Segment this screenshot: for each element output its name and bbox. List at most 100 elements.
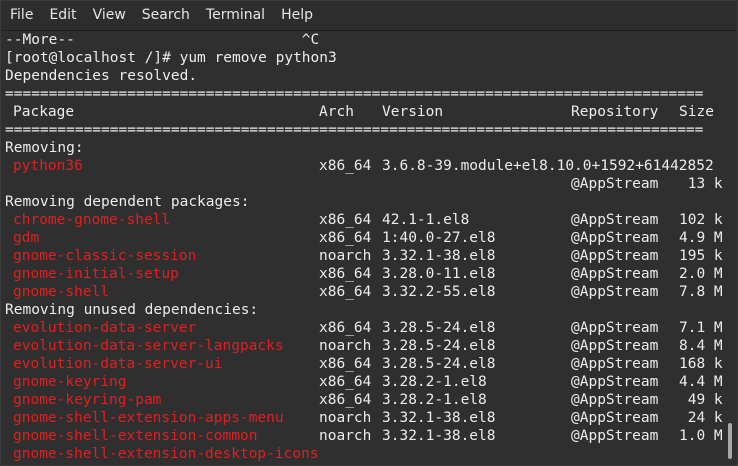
- package-arch: noarch: [319, 338, 372, 354]
- menu-edit[interactable]: Edit: [41, 1, 84, 30]
- package-repo: @AppStream: [571, 356, 659, 372]
- table-row: chrome-gnome-shell x86_64 42.1-1.el8 @Ap…: [5, 211, 723, 229]
- package-size: 49 k: [679, 392, 723, 408]
- menu-view[interactable]: View: [85, 1, 134, 30]
- package-name: gnome-shell-extension-apps-menu: [13, 410, 284, 426]
- header-repository: Repository: [571, 104, 659, 120]
- package-version: 3.6.8-39.module+el8.10.0+1592+61442852: [382, 158, 714, 174]
- package-repo: @AppStream: [571, 266, 659, 282]
- table-row: gnome-shell-extension-apps-menu noarch 3…: [5, 409, 723, 427]
- package-name: python36: [13, 158, 83, 174]
- package-name: evolution-data-server-langpacks: [13, 338, 284, 354]
- package-repo: @AppStream: [571, 392, 659, 408]
- package-size: 24 k: [679, 410, 723, 426]
- menu-file[interactable]: File: [1, 1, 41, 30]
- package-repo: @AppStream: [571, 410, 659, 426]
- package-arch: x86_64: [319, 212, 372, 228]
- table-row: gnome-keyring-pam x86_64 3.28.2-1.el8 @A…: [5, 391, 723, 409]
- table-header: Package Arch Version Repository Size: [5, 103, 723, 121]
- package-name: gnome-keyring-pam: [13, 392, 162, 408]
- package-arch: x86_64: [319, 356, 372, 372]
- section-removing: Removing:: [5, 140, 84, 156]
- package-repo: @AppStream: [571, 428, 659, 444]
- package-name: gnome-shell-extension-common: [13, 428, 258, 444]
- package-name: gnome-classic-session: [13, 248, 197, 264]
- package-version: 3.32.1-38.el8: [382, 410, 496, 426]
- table-row: evolution-data-server x86_64 3.28.5-24.e…: [5, 319, 723, 337]
- package-arch: noarch: [319, 428, 372, 444]
- table-row: gnome-shell-extension-common noarch 3.32…: [5, 427, 723, 445]
- package-version: 1:40.0-27.el8: [382, 230, 496, 246]
- table-row: @AppStream 13 k: [5, 175, 723, 193]
- package-size: 168 k: [679, 356, 723, 372]
- package-arch: x86_64: [319, 158, 372, 174]
- package-repo: @AppStream: [571, 374, 659, 390]
- header-package: Package: [13, 104, 75, 120]
- package-size: 1.0 M: [679, 428, 723, 444]
- package-name: gnome-shell-extension-desktop-icons: [13, 446, 319, 462]
- package-name: evolution-data-server: [13, 320, 197, 336]
- package-version: 3.28.2-1.el8: [382, 374, 487, 390]
- package-repo: @AppStream: [571, 284, 659, 300]
- package-name: chrome-gnome-shell: [13, 212, 171, 228]
- package-size: 4.9 M: [679, 230, 723, 246]
- table-row: gnome-initial-setup x86_64 3.28.0-11.el8…: [5, 265, 723, 283]
- menu-search[interactable]: Search: [134, 1, 198, 30]
- package-size: 13 k: [679, 176, 723, 192]
- header-version: Version: [382, 104, 444, 120]
- package-version: 3.28.2-1.el8: [382, 392, 487, 408]
- separator-line: ========================================…: [5, 86, 704, 102]
- package-version: 3.28.5-24.el8: [382, 356, 496, 372]
- package-name: gnome-keyring: [13, 374, 127, 390]
- terminal-output[interactable]: --More-- ^C [root@localhost /]# yum remo…: [1, 31, 723, 465]
- table-row: gnome-classic-session noarch 3.32.1-38.e…: [5, 247, 723, 265]
- separator-line: ========================================…: [5, 122, 704, 138]
- package-size: 195 k: [679, 248, 723, 264]
- package-size: 7.8 M: [679, 284, 723, 300]
- package-name: gnome-shell: [13, 284, 110, 300]
- table-row: gnome-shell-extension-desktop-icons: [5, 445, 723, 463]
- header-arch: Arch: [319, 104, 354, 120]
- command-line: [root@localhost /]# yum remove python3: [5, 50, 337, 66]
- table-row: python36 x86_64 3.6.8-39.module+el8.10.0…: [5, 157, 723, 175]
- package-arch: x86_64: [319, 284, 372, 300]
- section-unused: Removing unused dependencies:: [5, 302, 259, 318]
- deps-resolved-line: Dependencies resolved.: [5, 68, 198, 84]
- package-version: 3.32.1-38.el8: [382, 428, 496, 444]
- package-arch: x86_64: [319, 266, 372, 282]
- table-row: gnome-shell x86_64 3.32.2-55.el8 @AppStr…: [5, 283, 723, 301]
- package-version: 42.1-1.el8: [382, 212, 470, 228]
- package-version: 3.32.2-55.el8: [382, 284, 496, 300]
- menu-bar: File Edit View Search Terminal Help: [1, 1, 737, 31]
- package-arch: noarch: [319, 410, 372, 426]
- package-repo: @AppStream: [571, 176, 659, 192]
- package-version: 3.28.0-11.el8: [382, 266, 496, 282]
- more-prompt-line: --More-- ^C: [5, 32, 320, 48]
- terminal-window: File Edit View Search Terminal Help --Mo…: [0, 0, 738, 466]
- package-size: 4.4 M: [679, 374, 723, 390]
- package-arch: x86_64: [319, 374, 372, 390]
- package-repo: @AppStream: [571, 212, 659, 228]
- package-name: evolution-data-server-ui: [13, 356, 223, 372]
- package-version: 3.28.5-24.el8: [382, 338, 496, 354]
- table-row: evolution-data-server-langpacks noarch 3…: [5, 337, 723, 355]
- header-size: Size: [679, 104, 714, 120]
- package-arch: x86_64: [319, 320, 372, 336]
- table-row: gnome-keyring x86_64 3.28.2-1.el8 @AppSt…: [5, 373, 723, 391]
- vertical-scrollbar[interactable]: [723, 31, 737, 465]
- package-version: 3.28.5-24.el8: [382, 320, 496, 336]
- section-dependent: Removing dependent packages:: [5, 194, 250, 210]
- package-size: 7.1 M: [679, 320, 723, 336]
- menu-terminal[interactable]: Terminal: [198, 1, 273, 30]
- package-repo: @AppStream: [571, 248, 659, 264]
- menu-help[interactable]: Help: [273, 1, 321, 30]
- package-arch: noarch: [319, 248, 372, 264]
- package-repo: @AppStream: [571, 338, 659, 354]
- package-size: 8.4 M: [679, 338, 723, 354]
- package-name: gnome-initial-setup: [13, 266, 179, 282]
- table-row: evolution-data-server-ui x86_64 3.28.5-2…: [5, 355, 723, 373]
- scrollbar-thumb[interactable]: [728, 423, 732, 459]
- package-arch: x86_64: [319, 392, 372, 408]
- package-name: gdm: [13, 230, 40, 246]
- package-size: 102 k: [679, 212, 723, 228]
